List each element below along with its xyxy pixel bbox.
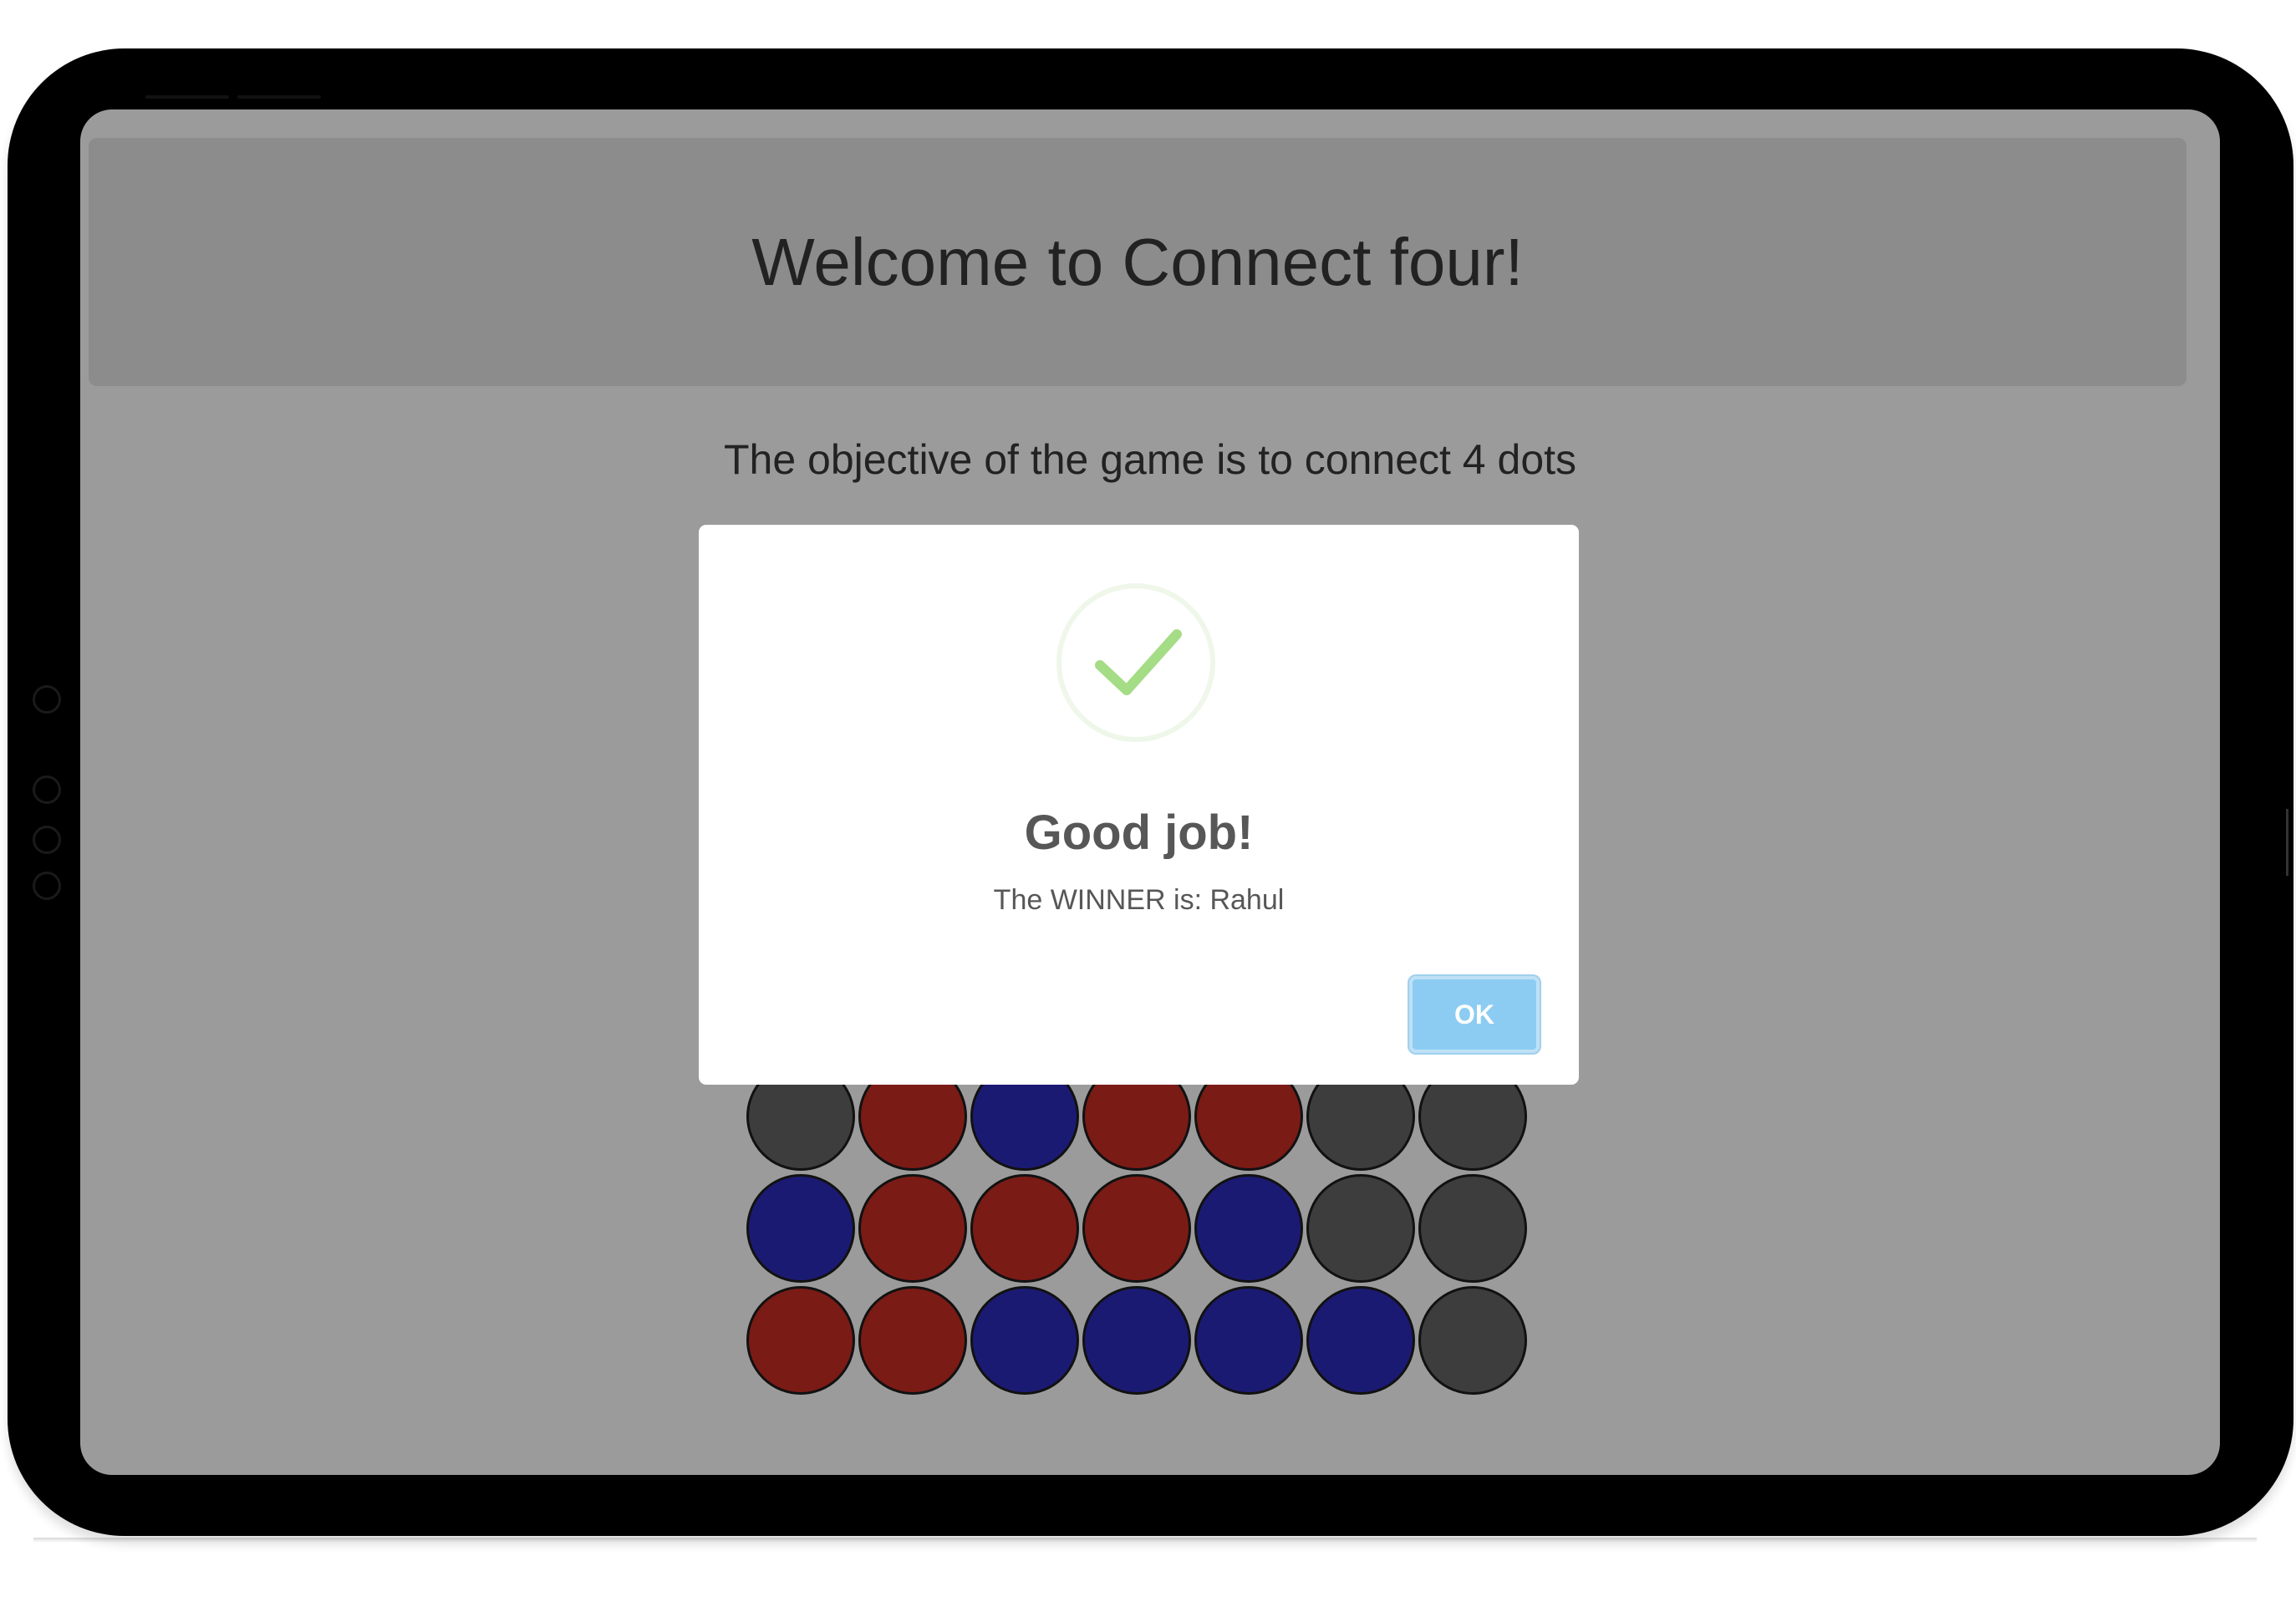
device-edge-detail (145, 95, 229, 99)
board-cell-blue[interactable] (1194, 1286, 1303, 1395)
game-board (746, 1062, 1540, 1398)
page-title: Welcome to Connect four! (751, 224, 1524, 299)
checkmark-icon (1056, 583, 1215, 742)
board-cell-red[interactable] (1082, 1174, 1191, 1283)
board-row (746, 1286, 1540, 1395)
board-cell-blue[interactable] (970, 1286, 1079, 1395)
dialog-title: Good job! (1024, 806, 1254, 860)
board-cell-empty[interactable] (1306, 1174, 1415, 1283)
device-side-button (33, 826, 61, 854)
board-cell-red[interactable] (746, 1286, 855, 1395)
board-row (746, 1174, 1540, 1283)
instructions-text: The objective of the game is to connect … (723, 436, 1577, 483)
board-cell-empty[interactable] (1418, 1174, 1527, 1283)
board-cell-blue[interactable] (746, 1174, 855, 1283)
device-shadow (33, 1538, 2257, 1543)
winner-dialog: Good job! The WINNER is: Rahul OK (699, 525, 1579, 1085)
board-cell-red[interactable] (970, 1174, 1079, 1283)
page-header: Welcome to Connect four! (89, 138, 2187, 386)
device-edge-detail (237, 95, 321, 99)
board-cell-blue[interactable] (1306, 1286, 1415, 1395)
device-side-button (33, 872, 61, 900)
board-cell-blue[interactable] (1194, 1174, 1303, 1283)
ok-button[interactable]: OK (1409, 976, 1540, 1053)
device-side-button (2286, 809, 2288, 876)
device-side-button (33, 775, 61, 804)
board-cell-blue[interactable] (1082, 1286, 1191, 1395)
board-cell-red[interactable] (858, 1174, 967, 1283)
device-side-button (33, 685, 61, 714)
board-cell-empty[interactable] (1418, 1286, 1527, 1395)
board-cell-red[interactable] (858, 1286, 967, 1395)
dialog-message: The WINNER is: Rahul (993, 884, 1285, 916)
